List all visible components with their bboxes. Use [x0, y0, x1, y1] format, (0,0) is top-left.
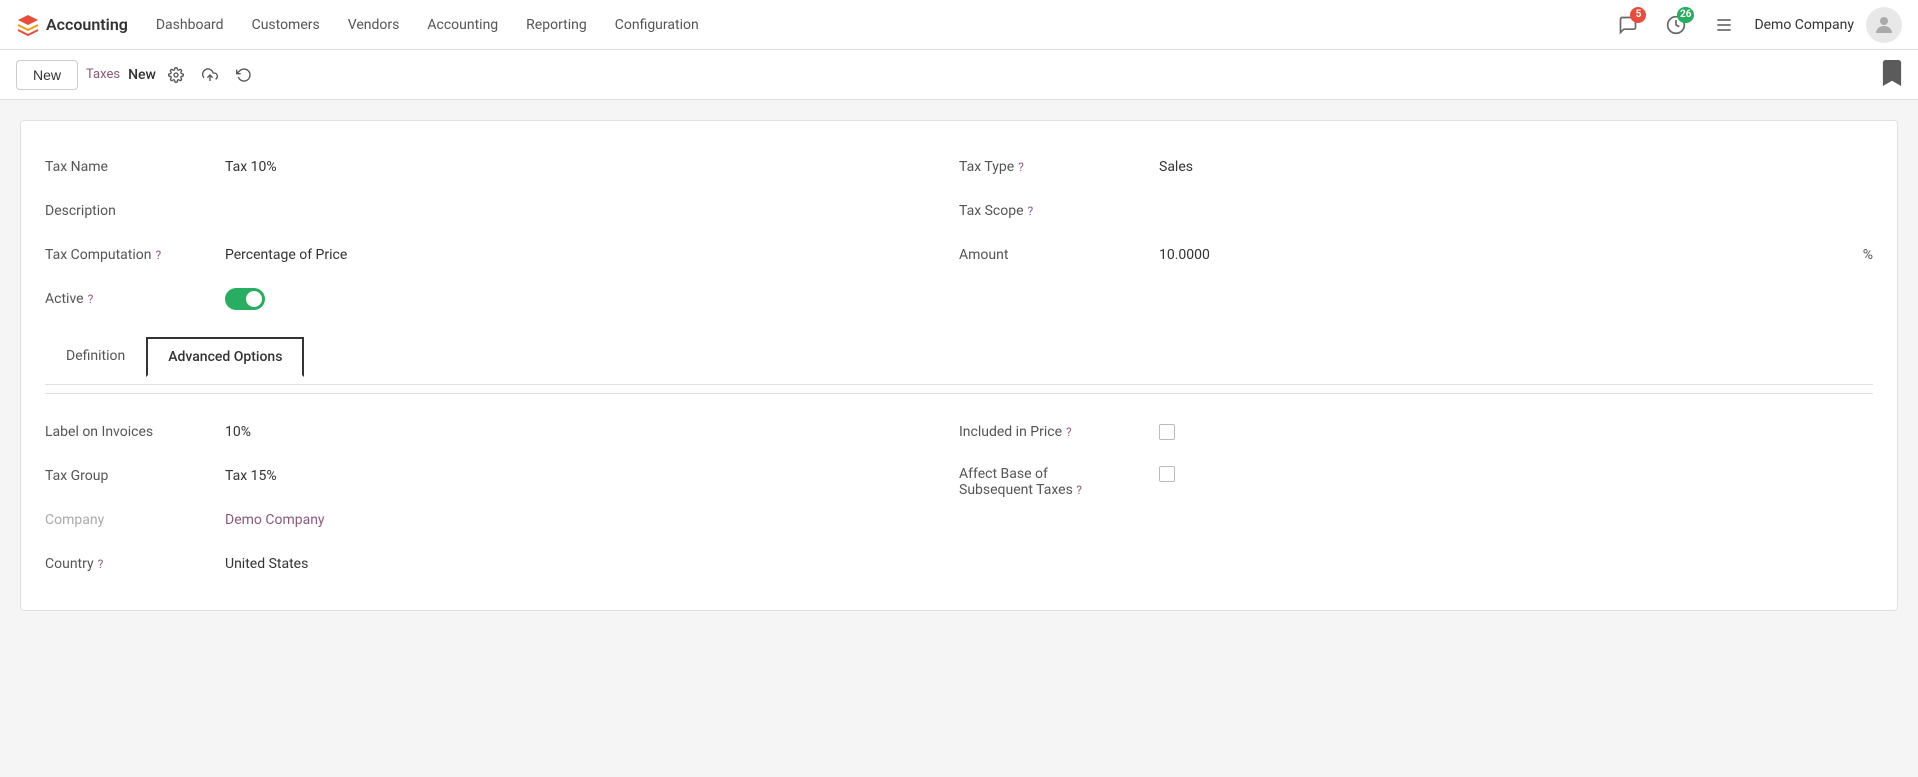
- form-top: Tax Name Tax 10% Description Tax Computa…: [45, 145, 1873, 321]
- advanced-right: Included in Price ? Affect Base of Subse…: [959, 410, 1873, 586]
- toolbar-left: New Taxes: [16, 60, 120, 90]
- active-help[interactable]: ?: [88, 292, 94, 306]
- app-name: Accounting: [46, 15, 128, 34]
- clock-badge: 26: [1677, 7, 1694, 23]
- amount-row: Amount 10.0000 %: [959, 233, 1873, 277]
- app-logo-icon: [16, 13, 40, 37]
- tax-group-row: Tax Group Tax 15%: [45, 454, 959, 498]
- user-avatar[interactable]: [1866, 7, 1902, 43]
- affect-base-row: Affect Base of Subsequent Taxes ?: [959, 454, 1873, 506]
- country-label: Country ?: [45, 556, 225, 572]
- toolbar-actions: New: [128, 61, 258, 89]
- included-price-label: Included in Price ?: [959, 424, 1159, 440]
- active-toggle[interactable]: [225, 288, 265, 310]
- advanced-left: Label on Invoices 10% Tax Group Tax 15% …: [45, 410, 959, 586]
- amount-unit: %: [1863, 247, 1873, 263]
- affect-base-help[interactable]: ?: [1076, 483, 1082, 497]
- description-label: Description: [45, 203, 225, 219]
- clock-button[interactable]: 26: [1658, 7, 1694, 43]
- tax-scope-help[interactable]: ?: [1028, 204, 1034, 218]
- tabs: Definition Advanced Options: [45, 337, 1873, 376]
- included-price-checkbox[interactable]: [1159, 424, 1175, 440]
- tax-type-row: Tax Type ? Sales: [959, 145, 1873, 189]
- active-row: Active ?: [45, 277, 959, 321]
- advanced-tab-content: Label on Invoices 10% Tax Group Tax 15% …: [45, 393, 1873, 586]
- tax-type-label: Tax Type ?: [959, 159, 1159, 175]
- tab-definition[interactable]: Definition: [45, 337, 146, 377]
- tax-type-help[interactable]: ?: [1018, 160, 1024, 174]
- nav-accounting[interactable]: Accounting: [415, 11, 510, 39]
- tax-name-row: Tax Name Tax 10%: [45, 145, 959, 189]
- label-invoices-value[interactable]: 10%: [225, 424, 959, 440]
- affect-base-label: Affect Base of Subsequent Taxes ?: [959, 466, 1159, 498]
- tax-name-label: Tax Name: [45, 159, 225, 175]
- nav-dashboard[interactable]: Dashboard: [144, 11, 236, 39]
- description-row: Description: [45, 189, 959, 233]
- tax-name-value[interactable]: Tax 10%: [225, 159, 959, 175]
- top-navigation: Accounting Dashboard Customers Vendors A…: [0, 0, 1918, 50]
- country-help[interactable]: ?: [98, 557, 104, 571]
- nav-configuration[interactable]: Configuration: [603, 11, 711, 39]
- bookmark-button[interactable]: [1882, 60, 1902, 90]
- tax-scope-label: Tax Scope ?: [959, 203, 1159, 219]
- label-invoices-label: Label on Invoices: [45, 424, 225, 440]
- tax-computation-label: Tax Computation ?: [45, 247, 225, 263]
- form-right: Tax Type ? Sales Tax Scope ? Amount 10.0…: [959, 145, 1873, 321]
- tab-advanced-options[interactable]: Advanced Options: [146, 337, 304, 377]
- tax-type-value[interactable]: Sales: [1159, 159, 1873, 175]
- included-price-row: Included in Price ?: [959, 410, 1873, 454]
- form-card: Tax Name Tax 10% Description Tax Computa…: [20, 120, 1898, 611]
- nav-links: Dashboard Customers Vendors Accounting R…: [144, 11, 1603, 39]
- company-label: Company: [45, 512, 225, 528]
- tax-computation-value[interactable]: Percentage of Price: [225, 247, 959, 263]
- amount-label: Amount: [959, 247, 1159, 263]
- nav-reporting[interactable]: Reporting: [514, 11, 599, 39]
- topnav-right: 5 26 Demo Company: [1610, 7, 1902, 43]
- gear-icon[interactable]: [162, 61, 190, 89]
- active-label: Active ?: [45, 291, 225, 307]
- chat-badge: 5: [1630, 7, 1646, 23]
- new-button[interactable]: New: [16, 60, 78, 90]
- company-name: Demo Company: [1754, 17, 1854, 33]
- breadcrumb[interactable]: Taxes: [86, 67, 120, 82]
- tax-scope-row: Tax Scope ?: [959, 189, 1873, 233]
- country-row: Country ? United States: [45, 542, 959, 586]
- settings-button[interactable]: [1706, 7, 1742, 43]
- company-row: Company Demo Company: [45, 498, 959, 542]
- upload-icon[interactable]: [196, 61, 224, 89]
- included-price-help[interactable]: ?: [1066, 425, 1072, 439]
- record-label: New: [128, 67, 156, 83]
- label-invoices-row: Label on Invoices 10%: [45, 410, 959, 454]
- tax-group-label: Tax Group: [45, 468, 225, 484]
- affect-base-checkbox[interactable]: [1159, 466, 1175, 482]
- amount-value[interactable]: 10.0000: [1159, 247, 1855, 263]
- company-value[interactable]: Demo Company: [225, 512, 959, 528]
- country-value[interactable]: United States: [225, 556, 959, 572]
- tax-computation-help[interactable]: ?: [155, 248, 161, 262]
- form-left: Tax Name Tax 10% Description Tax Computa…: [45, 145, 959, 321]
- nav-customers[interactable]: Customers: [240, 11, 332, 39]
- advanced-form: Label on Invoices 10% Tax Group Tax 15% …: [45, 410, 1873, 586]
- tax-computation-row: Tax Computation ? Percentage of Price: [45, 233, 959, 277]
- tax-group-value[interactable]: Tax 15%: [225, 468, 959, 484]
- main-content: Tax Name Tax 10% Description Tax Computa…: [0, 100, 1918, 631]
- toolbar: New Taxes New: [0, 50, 1918, 100]
- app-logo[interactable]: Accounting: [16, 13, 128, 37]
- chat-button[interactable]: 5: [1610, 7, 1646, 43]
- undo-icon[interactable]: [230, 61, 258, 89]
- nav-vendors[interactable]: Vendors: [336, 11, 412, 39]
